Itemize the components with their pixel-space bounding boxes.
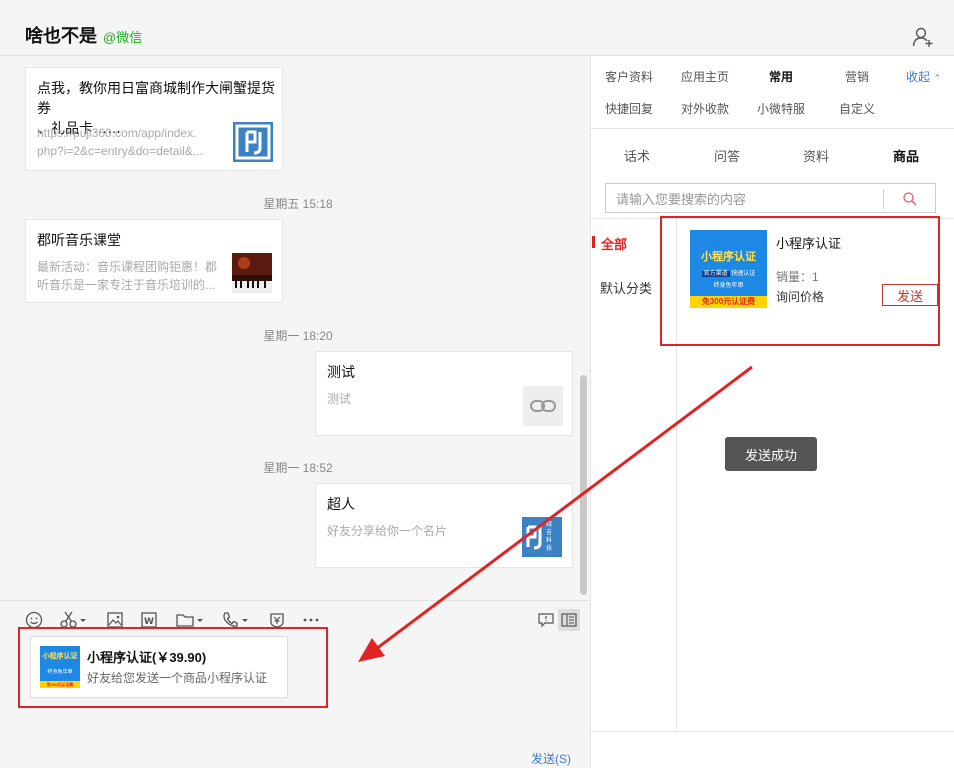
subtab-scripts[interactable]: 话术 [624, 146, 650, 165]
piano-thumbnail-icon [232, 253, 272, 293]
active-category-marker [592, 236, 595, 248]
tabs-divider [591, 128, 954, 129]
card-title: 郡听音乐课堂 [37, 232, 121, 248]
card-desc: 好友分享给你一个名片 [327, 524, 448, 538]
tab-quick-reply[interactable]: 快捷回复 [605, 100, 653, 117]
highlight-box-product [660, 216, 940, 346]
svg-text:W: W [144, 617, 154, 627]
link-card-music[interactable]: 郡听音乐课堂 最新活动：音乐课程团购钜惠！郡 听音乐是一家专注于音乐培训的... [25, 219, 283, 303]
subtab-qa[interactable]: 问答 [714, 146, 740, 165]
highlight-box-composer [18, 627, 328, 708]
tab-custom[interactable]: 自定义 [839, 100, 875, 117]
add-contact-icon[interactable] [912, 26, 934, 48]
link-card-test[interactable]: 测试 测试 [315, 351, 573, 436]
contact-avatar: 晓吉科技 [522, 517, 562, 557]
tab-customer-info[interactable]: 客户资料 [605, 68, 653, 85]
success-toast: 发送成功 [725, 437, 817, 471]
category-all[interactable]: 全部 [601, 234, 627, 253]
chat-title: 啥也不是 [25, 26, 97, 46]
wechat-tag: @微信 [103, 30, 143, 45]
link-icon [530, 400, 556, 412]
link-card-puji[interactable]: 点我，教你用日富商城制作大闸蟹提货券 、礼品卡…… https://puji36… [25, 67, 283, 171]
card-desc: 测试 [327, 392, 352, 406]
timestamp: 星期一 18:52 [263, 461, 333, 475]
avatar-text: 晓吉科技 [546, 522, 553, 552]
puji-logo-icon [233, 122, 273, 162]
product-search-box [605, 183, 936, 213]
puji-logo-icon [526, 525, 542, 550]
sidebar-toggle-icon[interactable] [558, 609, 580, 631]
toolbar-divider [0, 600, 590, 601]
send-button[interactable]: 发送(S) [531, 750, 571, 767]
chat-bubble-icon[interactable] [535, 609, 557, 631]
product-search-input[interactable] [616, 190, 876, 208]
search-separator [883, 189, 884, 209]
category-default[interactable]: 默认分类 [600, 278, 652, 297]
chat-header: 啥也不是 @微信 [0, 0, 954, 56]
tab-marketing[interactable]: 营销 [845, 68, 869, 85]
chevron-up-icon: ⌃ [933, 73, 941, 83]
tab-common[interactable]: 常用 [769, 68, 793, 85]
contact-card-superman[interactable]: 超人 好友分享给你一个名片 晓吉科技 [315, 483, 573, 568]
timestamp: 星期五 15:18 [263, 197, 333, 211]
timestamp: 星期一 18:20 [263, 329, 333, 343]
subtab-products[interactable]: 商品 [893, 146, 919, 165]
card-desc: 最新活动：音乐课程团购钜惠！郡 听音乐是一家专注于音乐培训的... [37, 260, 218, 292]
collapse-button[interactable]: 收起 ⌃ [906, 68, 941, 85]
card-desc: https://puji360.com/app/index. php?i=2&c… [37, 126, 203, 158]
subtab-materials[interactable]: 资料 [803, 146, 829, 165]
tab-wecom-service[interactable]: 小微特服 [757, 100, 805, 117]
link-thumbnail [523, 386, 563, 426]
tab-app-home[interactable]: 应用主页 [681, 68, 729, 85]
chat-scrollbar[interactable] [580, 375, 587, 595]
card-title: 测试 [327, 364, 355, 380]
tab-external-payment[interactable]: 对外收款 [681, 100, 729, 117]
card-title: 超人 [327, 496, 355, 512]
panel-bottom-divider [591, 731, 954, 732]
search-icon[interactable] [902, 191, 918, 207]
